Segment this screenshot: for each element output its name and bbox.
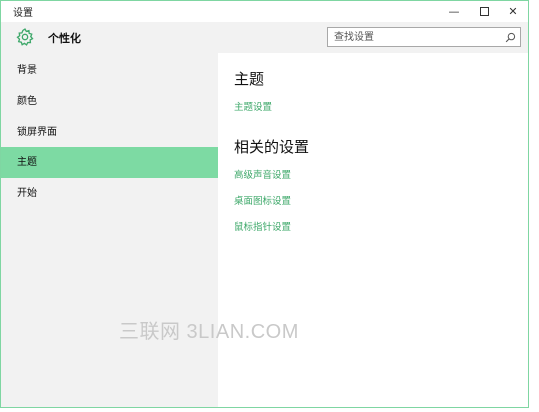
watermark: 三联网 3LIAN.COM [119, 321, 299, 343]
window-title: 设置 [13, 8, 33, 19]
sidebar-item-label: 主题 [17, 157, 37, 168]
main-content: 主题 主题设置 相关的设置 高级声音设置 桌面图标设置 鼠标指针设置 [218, 53, 528, 407]
maximize-icon [479, 7, 489, 16]
title-bar[interactable]: 设置 — ✕ [1, 1, 528, 22]
settings-window: 设置 — ✕ 个性化 背景 颜 [0, 0, 529, 408]
mouse-pointer-settings-link[interactable]: 鼠标指针设置 [234, 219, 291, 233]
sidebar-item-label: 锁屏界面 [17, 127, 57, 138]
gear-icon [16, 28, 34, 46]
sidebar-item-background[interactable]: 背景 [1, 55, 218, 86]
search-box[interactable] [327, 27, 521, 47]
sidebar-item-label: 开始 [17, 188, 37, 199]
section-title: 主题 [234, 70, 265, 88]
minimize-icon: — [448, 5, 460, 18]
maximize-button[interactable] [469, 1, 499, 22]
settings-header: 个性化 [1, 22, 528, 53]
sidebar-item-start[interactable]: 开始 [1, 178, 218, 209]
sidebar-item-themes[interactable]: 主题 [1, 147, 218, 178]
sidebar-item-label: 颜色 [17, 96, 37, 107]
close-icon: ✕ [508, 5, 518, 18]
minimize-button[interactable]: — [439, 1, 469, 22]
search-input[interactable] [328, 28, 504, 46]
related-settings-title: 相关的设置 [234, 138, 310, 156]
sidebar: 背景 颜色 锁屏界面 主题 开始 [1, 53, 218, 407]
sidebar-item-colors[interactable]: 颜色 [1, 86, 218, 117]
advanced-sound-settings-link[interactable]: 高级声音设置 [234, 167, 291, 181]
sidebar-item-lock-screen[interactable]: 锁屏界面 [1, 117, 218, 148]
desktop-icon-settings-link[interactable]: 桌面图标设置 [234, 193, 291, 207]
page-title: 个性化 [48, 32, 81, 45]
theme-settings-link[interactable]: 主题设置 [234, 99, 272, 113]
close-button[interactable]: ✕ [498, 1, 528, 22]
sidebar-item-label: 背景 [17, 65, 37, 76]
search-icon[interactable] [505, 32, 516, 43]
